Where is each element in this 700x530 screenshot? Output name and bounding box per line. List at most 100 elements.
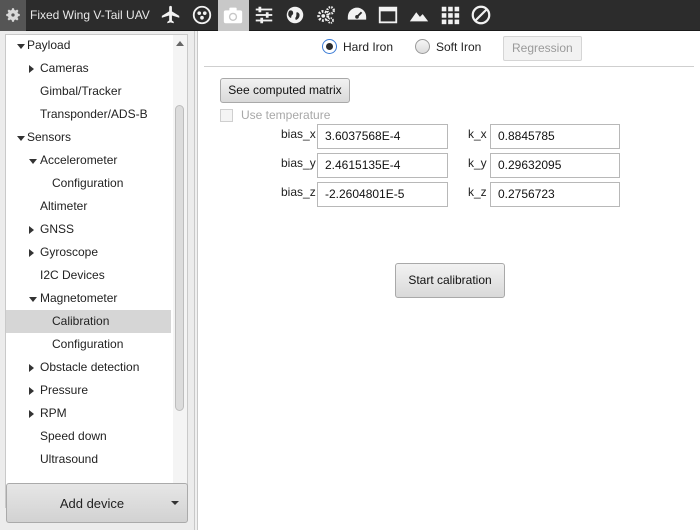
mountain-icon bbox=[410, 12, 429, 22]
scroll-up-arrow-icon[interactable] bbox=[176, 41, 184, 46]
tree-item-payload[interactable]: Payload bbox=[6, 35, 171, 57]
grid-icon bbox=[442, 6, 460, 25]
calibration-mode-selector: Hard Iron Soft Iron Regression bbox=[198, 31, 700, 64]
soft-iron-radio[interactable]: Soft Iron bbox=[415, 39, 481, 54]
tree-item-ultrasound[interactable]: Ultrasound bbox=[6, 448, 171, 471]
bias-z-label: bias_z bbox=[281, 185, 316, 199]
prohibited-toolbar-button[interactable] bbox=[466, 0, 497, 31]
tree-item-calibration[interactable]: Calibration bbox=[6, 310, 171, 333]
tree-item-obstacle-detection[interactable]: Obstacle detection bbox=[6, 356, 171, 379]
dots-circle-toolbar-button[interactable] bbox=[187, 0, 218, 31]
window-icon bbox=[379, 6, 398, 24]
tree-item-label: Payload bbox=[27, 38, 71, 52]
k-x-field[interactable]: 0.8845785 bbox=[490, 124, 620, 149]
mountain-toolbar-button[interactable] bbox=[404, 0, 435, 31]
tree-scrollbar[interactable] bbox=[173, 35, 187, 507]
sliders-icon bbox=[256, 6, 273, 24]
use-temperature-label: Use temperature bbox=[241, 108, 331, 122]
dropdown-caret-icon[interactable] bbox=[163, 501, 187, 505]
bias-y-field[interactable]: 2.4615135E-4 bbox=[317, 153, 448, 178]
tree-item-label: Transponder/ADS-B bbox=[40, 107, 148, 121]
bias-z-field[interactable]: -2.2604801E-5 bbox=[317, 182, 448, 207]
tree-item-label: Configuration bbox=[52, 337, 124, 351]
see-computed-matrix-button[interactable]: See computed matrix bbox=[220, 78, 350, 103]
airplane-toolbar-button[interactable] bbox=[156, 0, 187, 31]
tree-item-label: I2C Devices bbox=[40, 268, 105, 282]
tree-item-gimbal-tracker[interactable]: Gimbal/Tracker bbox=[6, 80, 171, 103]
tree-item-speed-down[interactable]: Speed down bbox=[6, 425, 171, 448]
tree-item-label: Accelerometer bbox=[40, 153, 118, 167]
expanded-arrow-icon[interactable] bbox=[29, 159, 37, 164]
expanded-arrow-icon[interactable] bbox=[17, 136, 25, 141]
soft-iron-label: Soft Iron bbox=[436, 39, 482, 54]
tree-item-configuration[interactable]: Configuration bbox=[6, 172, 171, 195]
main-toolbar: Fixed Wing V-Tail UAV bbox=[0, 0, 700, 31]
collapsed-arrow-icon[interactable] bbox=[29, 364, 34, 372]
tree-item-configuration[interactable]: Configuration bbox=[6, 333, 171, 356]
tree-item-cameras[interactable]: Cameras bbox=[6, 57, 171, 80]
camera-icon bbox=[224, 7, 243, 24]
radio-circle[interactable] bbox=[322, 39, 337, 54]
tree-item-magnetometer[interactable]: Magnetometer bbox=[6, 287, 171, 310]
collapsed-arrow-icon[interactable] bbox=[29, 410, 34, 418]
k-z-field[interactable]: 0.2756723 bbox=[490, 182, 620, 207]
start-calibration-button[interactable]: Start calibration bbox=[395, 263, 505, 298]
sidebar: Payload Cameras Gimbal/Tracker Transponder/… bbox=[0, 31, 195, 530]
use-temperature-checkbox[interactable]: Use temperature bbox=[220, 108, 330, 122]
device-tree: Payload Cameras Gimbal/Tracker Transponder/… bbox=[5, 34, 188, 508]
sliders-toolbar-button[interactable] bbox=[249, 0, 280, 31]
collapsed-arrow-icon[interactable] bbox=[29, 249, 34, 257]
grid-toolbar-button[interactable] bbox=[435, 0, 466, 31]
bias-y-label: bias_y bbox=[281, 156, 316, 170]
add-device-button[interactable]: Add device bbox=[6, 483, 188, 523]
tree-item-label: Gimbal/Tracker bbox=[40, 84, 122, 98]
k-z-label: k_z bbox=[468, 185, 487, 199]
tree-item-gnss[interactable]: GNSS bbox=[6, 218, 171, 241]
tree-item-label: Configuration bbox=[52, 176, 124, 190]
tree-item-label: RPM bbox=[40, 406, 67, 420]
tree-item-pressure[interactable]: Pressure bbox=[6, 379, 171, 402]
tree-item-label: Sensors bbox=[27, 130, 72, 144]
tree-item-label: GNSS bbox=[40, 222, 75, 236]
tree-item-label: Altimeter bbox=[40, 199, 88, 213]
window-title: Fixed Wing V-Tail UAV bbox=[30, 8, 150, 22]
regression-button[interactable]: Regression bbox=[503, 36, 582, 61]
tree-item-i2c-devices[interactable]: I2C Devices bbox=[6, 264, 171, 287]
bias-x-field[interactable]: 3.6037568E-4 bbox=[317, 124, 448, 149]
calibration-panel: Hard Iron Soft Iron Regression See compu… bbox=[197, 31, 700, 530]
k-y-label: k_y bbox=[468, 156, 487, 170]
airplane-icon bbox=[162, 5, 180, 24]
globe-toolbar-button[interactable] bbox=[280, 0, 311, 31]
globe-icon bbox=[287, 6, 304, 24]
tree-item-transponder-ads-b[interactable]: Transponder/ADS-B bbox=[6, 103, 171, 126]
collapsed-arrow-icon[interactable] bbox=[29, 226, 34, 234]
prohibited-icon bbox=[471, 5, 491, 25]
collapsed-arrow-icon[interactable] bbox=[29, 65, 34, 73]
collapsed-arrow-icon[interactable] bbox=[29, 387, 34, 395]
k-y-field[interactable]: 0.29632095 bbox=[490, 153, 620, 178]
tree-item-sensors[interactable]: Sensors bbox=[6, 126, 171, 149]
divider bbox=[204, 66, 694, 67]
tree-item-accelerometer[interactable]: Accelerometer bbox=[6, 149, 171, 172]
bias-x-label: bias_x bbox=[281, 127, 316, 141]
hard-iron-radio[interactable]: Hard Iron bbox=[322, 39, 393, 54]
gauge-icon bbox=[348, 7, 367, 20]
gears-icon bbox=[317, 6, 336, 24]
tree-item-altimeter[interactable]: Altimeter bbox=[6, 195, 171, 218]
gauge-toolbar-button[interactable] bbox=[342, 0, 373, 31]
gears-toolbar-button[interactable] bbox=[311, 0, 342, 31]
camera-toolbar-button[interactable] bbox=[217, 0, 249, 31]
tree-item-rpm[interactable]: RPM bbox=[6, 402, 171, 425]
tree-item-gyroscope[interactable]: Gyroscope bbox=[6, 241, 171, 264]
expanded-arrow-icon[interactable] bbox=[17, 44, 25, 49]
app-gear-icon[interactable] bbox=[0, 0, 26, 31]
window-toolbar-button[interactable] bbox=[373, 0, 404, 31]
tree-item-label: Cameras bbox=[40, 61, 89, 75]
checkbox-box[interactable] bbox=[220, 108, 233, 122]
k-x-label: k_x bbox=[468, 127, 487, 141]
radio-circle[interactable] bbox=[415, 39, 430, 54]
scroll-thumb[interactable] bbox=[175, 105, 184, 411]
tree-item-label: Pressure bbox=[40, 383, 89, 397]
tree-item-label: Gyroscope bbox=[40, 245, 99, 259]
expanded-arrow-icon[interactable] bbox=[29, 297, 37, 302]
